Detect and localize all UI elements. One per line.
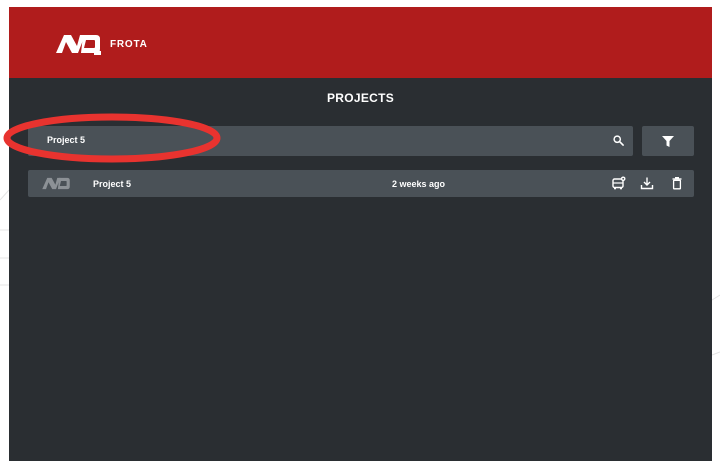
- project-logo-icon: [42, 177, 70, 190]
- project-name[interactable]: Project 5: [93, 179, 131, 189]
- nd-logo-icon: [56, 35, 101, 55]
- project-row[interactable]: Project 5 2 weeks ago: [28, 170, 694, 197]
- search-input[interactable]: Project 5: [47, 135, 85, 145]
- project-updated: 2 weeks ago: [392, 179, 446, 189]
- app-header: FROTA: [9, 7, 712, 78]
- delete-icon[interactable]: [670, 176, 684, 190]
- page-title: PROJECTS: [326, 91, 395, 105]
- filter-icon: [662, 136, 674, 147]
- bus-settings-icon[interactable]: [612, 176, 626, 190]
- download-icon[interactable]: [640, 176, 654, 190]
- brand-name: FROTA: [110, 38, 148, 50]
- app-window: FROTA PROJECTS Project 5 Project 5 2 wee…: [9, 7, 712, 461]
- search-icon[interactable]: [613, 135, 624, 146]
- filter-button[interactable]: [642, 126, 694, 156]
- search-bar[interactable]: Project 5: [28, 126, 633, 156]
- brand[interactable]: FROTA: [54, 32, 148, 56]
